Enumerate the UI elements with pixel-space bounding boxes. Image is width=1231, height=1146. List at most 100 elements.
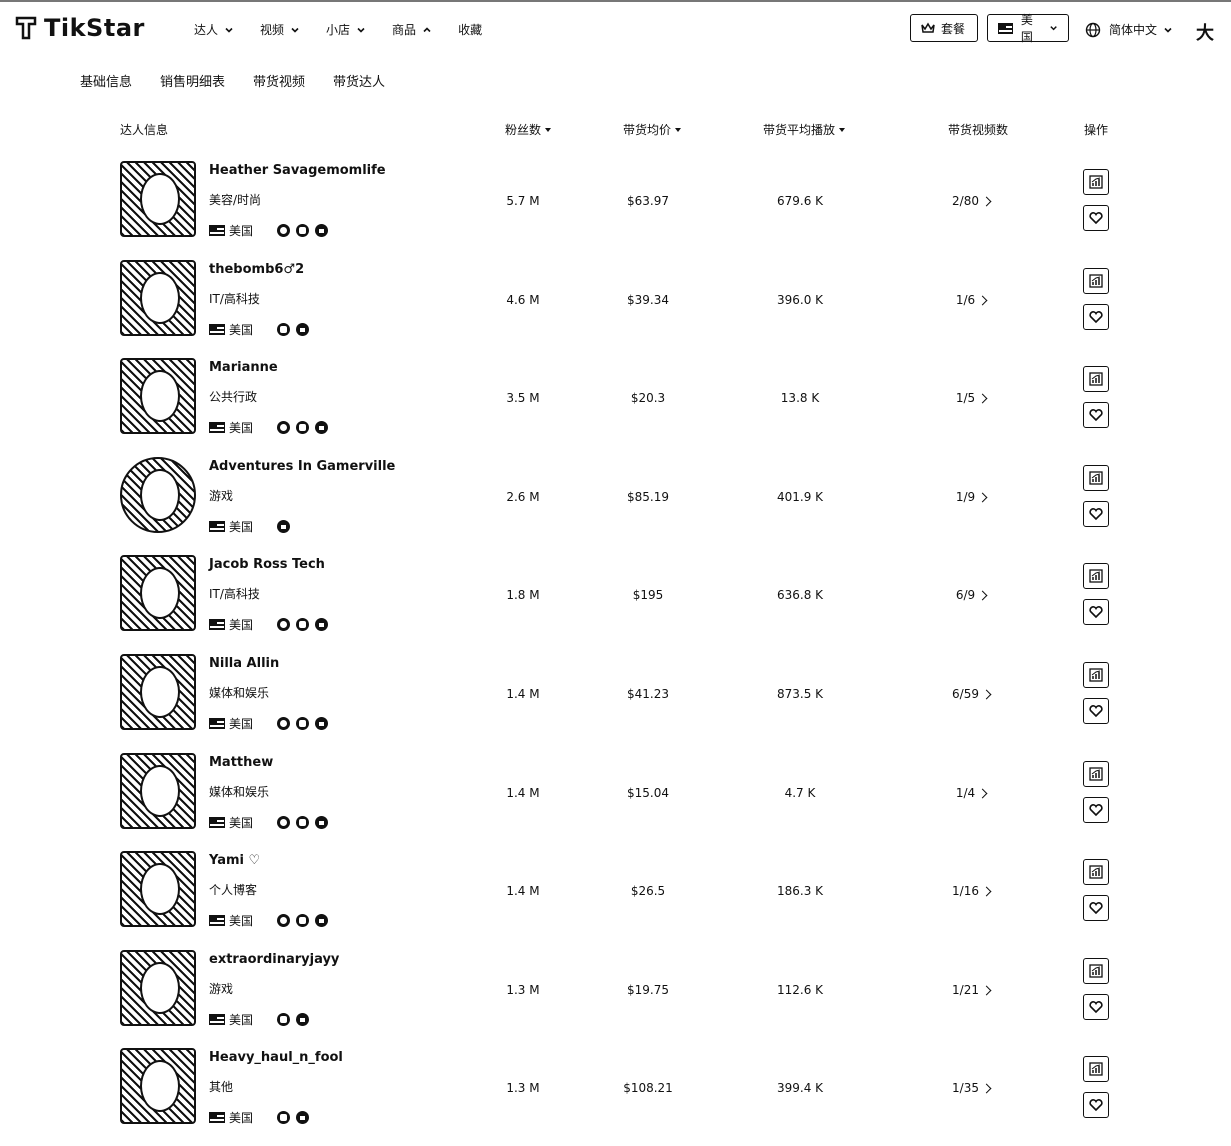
analytics-button[interactable] xyxy=(1083,1056,1109,1082)
analytics-button[interactable] xyxy=(1083,761,1109,787)
avatar[interactable] xyxy=(120,260,196,336)
instagram-icon[interactable] xyxy=(296,618,310,631)
analytics-button[interactable] xyxy=(1083,859,1109,885)
favorite-button[interactable] xyxy=(1083,698,1109,724)
table-row[interactable]: Marianne 公共行政 美国 3.5 M $20.3 13.8 K 1/5 xyxy=(0,358,1231,456)
nav-item-4[interactable]: 收藏 xyxy=(458,21,482,38)
favorite-button[interactable] xyxy=(1083,501,1109,527)
favorite-button[interactable] xyxy=(1083,205,1109,231)
youtube-icon[interactable] xyxy=(296,323,310,336)
influencer-name[interactable]: Matthew xyxy=(209,755,273,770)
email-icon[interactable] xyxy=(277,224,291,237)
email-icon[interactable] xyxy=(277,816,291,829)
videos-link[interactable]: 1/9 xyxy=(921,490,1021,504)
instagram-icon[interactable] xyxy=(296,816,310,829)
videos-link[interactable]: 2/80 xyxy=(921,194,1021,208)
favorite-button[interactable] xyxy=(1083,599,1109,625)
instagram-icon[interactable] xyxy=(296,914,310,927)
youtube-icon[interactable] xyxy=(315,618,329,631)
youtube-icon[interactable] xyxy=(296,1111,310,1124)
favorite-button[interactable] xyxy=(1083,994,1109,1020)
avatar[interactable] xyxy=(120,161,196,237)
avatar[interactable] xyxy=(120,950,196,1026)
logo[interactable]: TikStar xyxy=(14,14,145,42)
youtube-icon[interactable] xyxy=(315,421,329,434)
avatar[interactable] xyxy=(120,851,196,927)
youtube-icon[interactable] xyxy=(315,717,329,730)
avatar[interactable] xyxy=(120,1048,196,1124)
subtab-2[interactable]: 带货视频 xyxy=(253,71,305,90)
youtube-icon[interactable] xyxy=(315,224,329,237)
videos-link[interactable]: 1/5 xyxy=(921,391,1021,405)
instagram-icon[interactable] xyxy=(277,323,291,336)
youtube-icon[interactable] xyxy=(315,816,329,829)
analytics-button[interactable] xyxy=(1083,662,1109,688)
instagram-icon[interactable] xyxy=(296,717,310,730)
videos-link[interactable]: 1/4 xyxy=(921,786,1021,800)
avatar[interactable] xyxy=(120,753,196,829)
influencer-name[interactable]: Nilla Allin xyxy=(209,656,279,671)
youtube-icon[interactable] xyxy=(315,914,329,927)
avatar[interactable] xyxy=(120,654,196,730)
videos-link[interactable]: 1/21 xyxy=(921,983,1021,997)
instagram-icon[interactable] xyxy=(277,1013,291,1026)
analytics-button[interactable] xyxy=(1083,958,1109,984)
table-row[interactable]: extraordinaryjayy 游戏 美国 1.3 M $19.75 112.6 K 1… xyxy=(0,950,1231,1048)
influencer-name[interactable]: extraordinaryjayy xyxy=(209,952,339,967)
influencer-name[interactable]: thebomb6♂2 xyxy=(209,262,304,277)
table-row[interactable]: Yami ♡ 个人博客 美国 1.4 M $26.5 186.3 K 1/16 xyxy=(0,851,1231,949)
table-row[interactable]: thebomb6♂2 IT/高科技 美国 4.6 M $39.34 396.0 K 1/6 xyxy=(0,260,1231,358)
table-row[interactable]: Adventures In Gamerville 游戏 美国 2.6 M $85.19 4… xyxy=(0,457,1231,555)
influencer-name[interactable]: Marianne xyxy=(209,360,278,375)
email-icon[interactable] xyxy=(277,717,291,730)
avatar[interactable] xyxy=(120,555,196,631)
influencer-name[interactable]: Heather Savagemomlife xyxy=(209,163,386,178)
subtab-0[interactable]: 基础信息 xyxy=(80,71,132,90)
subtab-1[interactable]: 销售明细表 xyxy=(160,71,225,90)
instagram-icon[interactable] xyxy=(277,1111,291,1124)
youtube-icon[interactable] xyxy=(277,520,291,533)
region-select[interactable]: 美国 xyxy=(987,13,1069,44)
header-followers-sort[interactable]: 粉丝数 xyxy=(505,121,552,138)
email-icon[interactable] xyxy=(277,618,291,631)
nav-item-0[interactable]: 达人 xyxy=(194,21,234,38)
influencer-name[interactable]: Jacob Ross Tech xyxy=(209,557,325,572)
analytics-button[interactable] xyxy=(1083,366,1109,392)
nav-item-3[interactable]: 商品 xyxy=(392,21,432,38)
nav-item-1[interactable]: 视频 xyxy=(260,21,300,38)
analytics-button[interactable] xyxy=(1083,563,1109,589)
analytics-button[interactable] xyxy=(1083,268,1109,294)
table-row[interactable]: Matthew 媒体和娱乐 美国 1.4 M $15.04 4.7 K 1/4 xyxy=(0,753,1231,851)
email-icon[interactable] xyxy=(277,914,291,927)
favorite-button[interactable] xyxy=(1083,304,1109,330)
header-avg-price-sort[interactable]: 带货均价 xyxy=(623,121,682,138)
instagram-icon[interactable] xyxy=(296,224,310,237)
email-icon[interactable] xyxy=(277,421,291,434)
plan-button[interactable]: 套餐 xyxy=(910,14,978,42)
subtab-3[interactable]: 带货达人 xyxy=(333,71,385,90)
favorite-button[interactable] xyxy=(1083,402,1109,428)
user-avatar[interactable]: 大 xyxy=(1196,19,1214,45)
table-row[interactable]: Jacob Ross Tech IT/高科技 美国 1.8 M $195 636.8 K 6… xyxy=(0,555,1231,653)
influencer-name[interactable]: Adventures In Gamerville xyxy=(209,459,395,474)
videos-link[interactable]: 1/16 xyxy=(921,884,1021,898)
analytics-button[interactable] xyxy=(1083,465,1109,491)
avatar[interactable] xyxy=(120,358,196,434)
avatar[interactable] xyxy=(120,457,196,533)
header-avg-views-sort[interactable]: 带货平均播放 xyxy=(763,121,846,138)
videos-link[interactable]: 6/9 xyxy=(921,588,1021,602)
table-row[interactable]: Heather Savagemomlife 美容/时尚 美国 5.7 M $63.97 6… xyxy=(0,161,1231,259)
favorite-button[interactable] xyxy=(1083,1092,1109,1118)
youtube-icon[interactable] xyxy=(296,1013,310,1026)
analytics-button[interactable] xyxy=(1083,169,1109,195)
favorite-button[interactable] xyxy=(1083,895,1109,921)
instagram-icon[interactable] xyxy=(296,421,310,434)
influencer-name[interactable]: Heavy_haul_n_fool xyxy=(209,1050,343,1065)
videos-link[interactable]: 6/59 xyxy=(921,687,1021,701)
videos-link[interactable]: 1/6 xyxy=(921,293,1021,307)
table-row[interactable]: Nilla Allin 媒体和娱乐 美国 1.4 M $41.23 873.5 K 6/59 xyxy=(0,654,1231,752)
table-row[interactable]: Heavy_haul_n_fool 其他 美国 1.3 M $108.21 399.4 K… xyxy=(0,1048,1231,1146)
language-select[interactable]: 简体中文 xyxy=(1085,21,1173,38)
influencer-name[interactable]: Yami ♡ xyxy=(209,853,260,868)
favorite-button[interactable] xyxy=(1083,797,1109,823)
